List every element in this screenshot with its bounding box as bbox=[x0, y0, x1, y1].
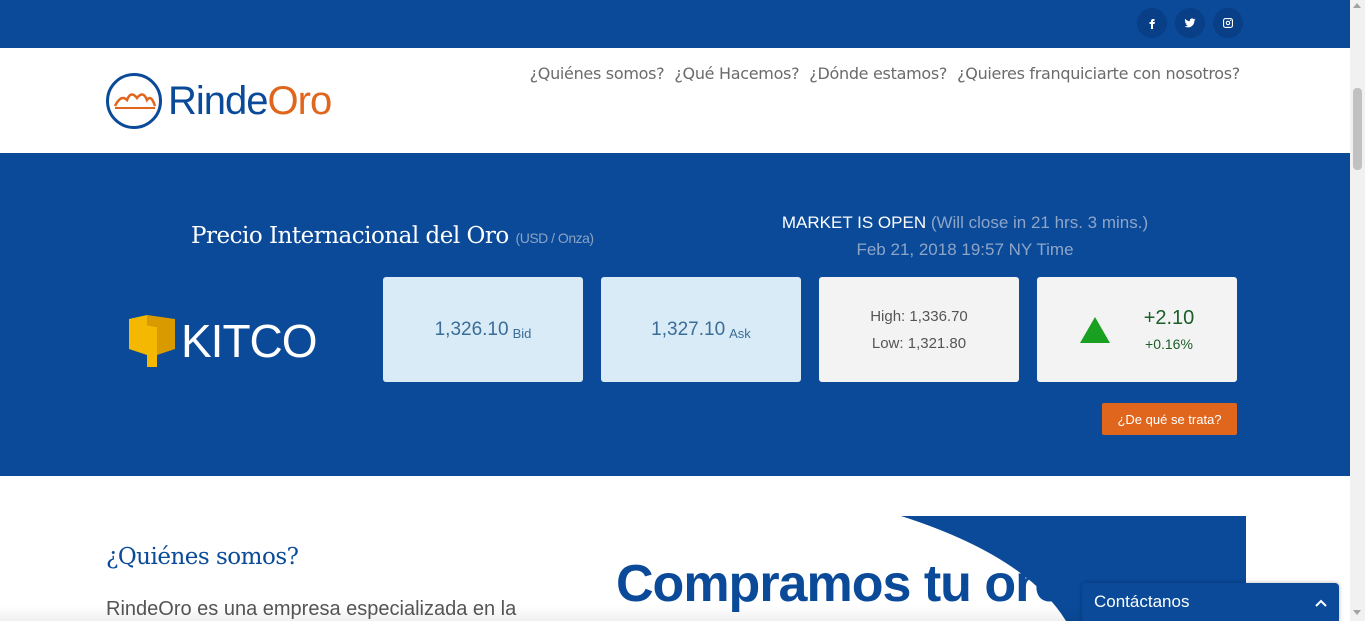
logo-part-oro: Oro bbox=[267, 78, 333, 123]
ask-card: 1,327.10 Ask bbox=[601, 277, 801, 382]
about-button[interactable]: ¿De qué se trata? bbox=[1102, 403, 1237, 435]
facebook-icon[interactable] bbox=[1137, 8, 1167, 38]
kitco-mark-icon bbox=[129, 315, 175, 367]
gold-price-section: Precio Internacional del Oro (USD / Onza… bbox=[0, 153, 1350, 476]
site-header: RindeOro ¿Quiénes somos? ¿Qué Hacemos? ¿… bbox=[0, 48, 1350, 153]
logo-mark-icon bbox=[106, 73, 162, 129]
scroll-up-arrow-icon[interactable] bbox=[1353, 3, 1361, 8]
change-value: +2.10 bbox=[1143, 307, 1195, 329]
change-percent: +0.16% bbox=[1145, 336, 1193, 352]
logo-part-rinde: Rinde bbox=[168, 78, 269, 123]
low-value: Low: 1,321.80 bbox=[871, 334, 967, 352]
rindeoro-logo[interactable]: RindeOro bbox=[106, 72, 366, 130]
gold-price-title: Precio Internacional del Oro (USD / Onza… bbox=[191, 223, 594, 249]
gold-price-title-text: Precio Internacional del Oro bbox=[191, 223, 509, 249]
kitco-wordmark: KITCO bbox=[181, 315, 318, 367]
bid-label: Bid bbox=[512, 326, 532, 341]
bottom-shadow bbox=[0, 605, 1082, 621]
ask-value: 1,327.10 bbox=[651, 318, 726, 340]
page: RindeOro ¿Quiénes somos? ¿Qué Hacemos? ¿… bbox=[0, 0, 1365, 621]
kitco-logo[interactable]: KITCO bbox=[127, 313, 318, 369]
market-status-text: MARKET IS OPEN bbox=[781, 213, 927, 232]
instagram-icon[interactable] bbox=[1213, 8, 1243, 38]
top-bar bbox=[0, 0, 1350, 48]
who-section-title: ¿Quiénes somos? bbox=[106, 544, 299, 570]
chevron-up-icon[interactable] bbox=[1315, 594, 1327, 610]
change-card: +2.10 +0.16% bbox=[1037, 277, 1237, 382]
bid-card: 1,326.10 Bid bbox=[383, 277, 583, 382]
contact-chat-widget[interactable]: Contáctanos bbox=[1082, 583, 1339, 621]
nav-quienes-somos[interactable]: ¿Quiénes somos? bbox=[530, 64, 665, 83]
scroll-down-arrow-icon[interactable] bbox=[1353, 610, 1361, 615]
market-close-text: (Will close in 21 hrs. 3 mins.) bbox=[930, 213, 1149, 232]
chat-label: Contáctanos bbox=[1094, 592, 1190, 611]
trend-up-icon bbox=[1079, 316, 1110, 343]
bid-value: 1,326.10 bbox=[434, 318, 509, 340]
high-value: High: 1,336.70 bbox=[870, 307, 968, 325]
nav-que-hacemos[interactable]: ¿Qué Hacemos? bbox=[674, 64, 799, 83]
logo-wordmark: RindeOro bbox=[168, 78, 333, 124]
ask-label: Ask bbox=[729, 326, 751, 341]
gold-price-unit: (USD / Onza) bbox=[515, 230, 595, 246]
market-status: MARKET IS OPEN (Will close in 21 hrs. 3 … bbox=[730, 209, 1200, 263]
main-nav: ¿Quiénes somos? ¿Qué Hacemos? ¿Dónde est… bbox=[530, 64, 1241, 83]
page-scrollbar[interactable] bbox=[1350, 0, 1365, 621]
twitter-icon[interactable] bbox=[1175, 8, 1205, 38]
nav-donde-estamos[interactable]: ¿Dónde estamos? bbox=[809, 64, 947, 83]
high-low-card: High: 1,336.70 Low: 1,321.80 bbox=[819, 277, 1019, 382]
scroll-thumb[interactable] bbox=[1353, 88, 1362, 170]
market-timestamp: Feb 21, 2018 19:57 NY Time bbox=[856, 240, 1074, 259]
nav-franquiciarte[interactable]: ¿Quieres franquiciarte con nosotros? bbox=[957, 64, 1240, 83]
